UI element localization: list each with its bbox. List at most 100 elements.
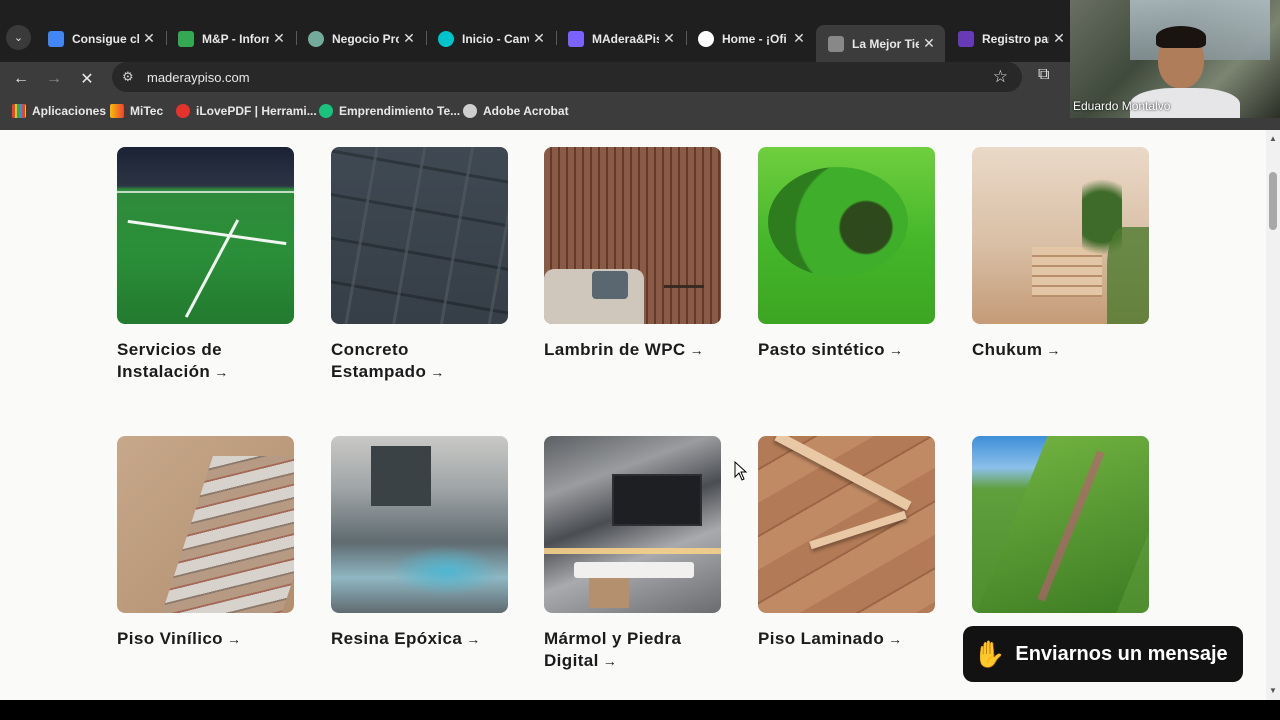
- web-page: Servicios de Instalación → Concreto Estam…: [0, 130, 1266, 700]
- forms-icon: [958, 30, 974, 47]
- product-label[interactable]: Lambrin de WPC →: [544, 339, 721, 361]
- bookmark-aplicaciones[interactable]: Aplicaciones: [12, 104, 106, 118]
- product-card-laminado[interactable]: Piso Laminado →: [758, 436, 935, 650]
- tab-registro[interactable]: Registro par ✕: [946, 25, 1075, 52]
- bookmark-mitec[interactable]: MiTec: [110, 104, 163, 118]
- arrow-right-icon: →: [226, 631, 242, 647]
- product-card-vinilico[interactable]: Piso Vinílico →: [117, 436, 294, 650]
- product-label[interactable]: Mármol y Piedra Digital →: [544, 628, 721, 672]
- bookmark-label: Aplicaciones: [32, 104, 107, 118]
- arrow-right-icon: →: [430, 364, 445, 380]
- product-card-marmol[interactable]: Mármol y Piedra Digital →: [544, 436, 721, 672]
- product-label[interactable]: Pasto sintético →: [758, 339, 935, 361]
- tab-title: M&P - Inforr: [202, 31, 269, 46]
- site-favicon-icon: [828, 35, 844, 52]
- canva-icon: [438, 30, 454, 47]
- mitec-icon: [110, 104, 124, 118]
- product-image[interactable]: [331, 147, 508, 324]
- scroll-down-icon[interactable]: ▼: [1269, 686, 1277, 695]
- product-image[interactable]: [758, 436, 935, 613]
- close-icon[interactable]: ✕: [269, 30, 289, 47]
- product-label[interactable]: Chukum →: [972, 339, 1149, 361]
- bottom-strip: [0, 700, 1280, 720]
- product-image[interactable]: [972, 436, 1149, 613]
- waving-hand-icon: ✋: [973, 638, 1006, 669]
- product-card-resina[interactable]: Resina Epóxica →: [331, 436, 508, 650]
- product-label[interactable]: Concreto Estampado →: [331, 339, 508, 383]
- person-hair: [1156, 26, 1206, 48]
- close-icon[interactable]: ✕: [529, 30, 549, 47]
- product-image[interactable]: [331, 436, 508, 613]
- bookmark-label: MiTec: [130, 104, 164, 118]
- product-label[interactable]: Servicios de Instalación →: [117, 339, 294, 383]
- bookmark-star-icon[interactable]: ☆: [993, 67, 1008, 87]
- site-settings-icon[interactable]: ⚙: [122, 69, 134, 85]
- arrow-right-icon: →: [888, 631, 903, 647]
- product-image[interactable]: [758, 147, 935, 324]
- forward-icon[interactable]: →: [41, 66, 67, 92]
- product-card-pasto[interactable]: Pasto sintético →: [758, 147, 935, 361]
- chatgpt-icon: [308, 30, 324, 47]
- product-label[interactable]: Piso Laminado →: [758, 628, 935, 650]
- product-image[interactable]: [117, 147, 294, 324]
- back-icon[interactable]: ←: [8, 66, 34, 92]
- product-image[interactable]: [544, 147, 721, 324]
- product-image[interactable]: [972, 147, 1149, 324]
- scrollbar-thumb[interactable]: [1269, 172, 1277, 230]
- close-icon[interactable]: ✕: [789, 30, 809, 47]
- url-text[interactable]: maderaypiso.com: [147, 70, 250, 85]
- tab-title: MAdera&Pis: [592, 31, 659, 46]
- tab-title: Home - ¡Ofi: [722, 31, 787, 46]
- product-card-lambrin[interactable]: Lambrin de WPC →: [544, 147, 721, 361]
- product-image[interactable]: [544, 436, 721, 613]
- address-bar[interactable]: ⚙ maderaypiso.com ☆: [112, 62, 1022, 92]
- tab-myp[interactable]: M&P - Inforr ✕: [166, 25, 295, 52]
- tab-title: La Mejor Tie: [852, 36, 919, 51]
- bookmark-adobe[interactable]: Adobe Acrobat: [463, 104, 569, 118]
- arrow-right-icon: →: [888, 342, 904, 358]
- close-icon[interactable]: ✕: [1049, 30, 1069, 47]
- google-ads-icon: [48, 30, 64, 47]
- close-icon[interactable]: ✕: [139, 30, 159, 47]
- product-image[interactable]: [117, 436, 294, 613]
- page-scrollbar[interactable]: ▲ ▼: [1266, 130, 1280, 700]
- arrow-right-icon: →: [214, 364, 229, 380]
- bookmark-emprendimiento[interactable]: Emprendimiento Te...: [319, 104, 460, 118]
- mouse-cursor-icon: [734, 461, 748, 481]
- tab-title: Consigue cli: [72, 31, 139, 46]
- sprout-icon: [319, 104, 333, 118]
- shopify-icon: [178, 30, 194, 47]
- globe-icon: [463, 104, 477, 118]
- tab-title: Negocio Pro: [332, 31, 399, 46]
- product-card-chukum[interactable]: Chukum →: [972, 147, 1149, 361]
- tab-canva[interactable]: Inicio - Canv ✕: [426, 25, 555, 52]
- stop-loading-icon[interactable]: ✕: [74, 66, 100, 92]
- tab-consigue[interactable]: Consigue cli ✕: [36, 25, 165, 52]
- close-icon[interactable]: ✕: [919, 35, 939, 52]
- product-label[interactable]: Piso Vinílico →: [117, 628, 294, 650]
- badge-icon: [568, 30, 584, 47]
- tab-search-button[interactable]: ⌄: [6, 25, 31, 50]
- bookmark-label: Emprendimiento Te...: [339, 104, 461, 118]
- extensions-icon[interactable]: ⧉: [1038, 66, 1049, 84]
- product-card-instalacion[interactable]: Servicios de Instalación →: [117, 147, 294, 383]
- tab-home[interactable]: Home - ¡Ofi ✕: [686, 25, 815, 52]
- arrow-right-icon: →: [466, 631, 481, 647]
- bookmark-ilovepdf[interactable]: iLovePDF | Herrami...: [176, 104, 317, 118]
- arrow-right-icon: →: [689, 342, 705, 358]
- close-icon[interactable]: ✕: [659, 30, 679, 47]
- tab-title: Registro par: [982, 31, 1049, 46]
- apple-icon: [698, 30, 714, 47]
- tab-la-mejor-tienda[interactable]: La Mejor Tie ✕: [816, 25, 945, 62]
- product-label[interactable]: Resina Epóxica →: [331, 628, 508, 650]
- close-icon[interactable]: ✕: [399, 30, 419, 47]
- arrow-right-icon: →: [602, 653, 618, 669]
- arrow-right-icon: →: [1046, 342, 1061, 358]
- chat-widget-button[interactable]: ✋ Enviarnos un mensaje: [963, 626, 1243, 682]
- apps-grid-icon: [12, 104, 26, 118]
- product-card-concreto[interactable]: Concreto Estampado →: [331, 147, 508, 383]
- scroll-up-icon[interactable]: ▲: [1269, 134, 1277, 143]
- tab-madera[interactable]: MAdera&Pis ✕: [556, 25, 685, 52]
- tab-negocio[interactable]: Negocio Pro ✕: [296, 25, 425, 52]
- product-card-muro-verde[interactable]: [972, 436, 1149, 613]
